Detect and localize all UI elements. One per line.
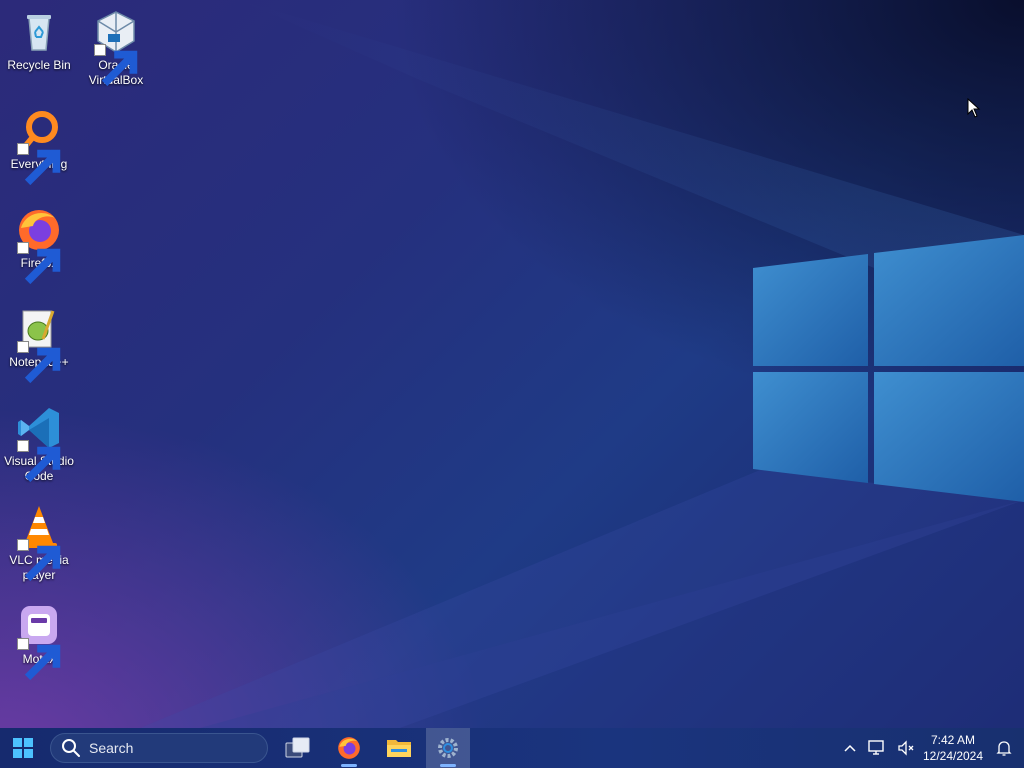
taskbar-search-box[interactable]: Search: [50, 733, 268, 763]
windows-start-icon: [13, 738, 33, 758]
wallpaper: [140, 0, 1024, 728]
search-placeholder: Search: [89, 740, 134, 756]
everything-search-icon: [15, 107, 63, 186]
firefox-icon: [15, 206, 63, 285]
network-icon[interactable]: [866, 738, 886, 758]
desktop-icon-recycle-bin[interactable]: Recycle Bin: [2, 8, 76, 73]
windows-logo-icon: [753, 235, 1024, 502]
running-indicator: [440, 764, 456, 767]
vscode-icon: [15, 404, 63, 483]
notification-bell-icon[interactable]: [994, 738, 1014, 758]
desktop-icon-vlc-media-player[interactable]: VLC media player: [2, 503, 76, 583]
mouse-cursor-icon: [967, 98, 981, 118]
volume-muted-icon[interactable]: [896, 738, 916, 758]
taskbar: Search 7:42 AM 12/24/2024: [0, 728, 1024, 768]
search-icon: [62, 739, 80, 757]
motrix-icon: [15, 602, 63, 681]
taskbar-task-view[interactable]: [276, 728, 320, 768]
desktop-icon-notepad-plus-plus[interactable]: Notepad++: [2, 305, 76, 384]
clock-date: 12/24/2024: [922, 749, 984, 763]
desktop-icon-firefox[interactable]: Firefox: [2, 206, 76, 285]
shortcut-arrow-icon: [17, 638, 61, 681]
file-explorer-icon: [387, 740, 411, 757]
taskbar-clock[interactable]: 7:42 AM 12/24/2024: [918, 732, 988, 764]
virtualbox-icon: [92, 8, 140, 87]
chevron-up-icon[interactable]: [840, 738, 860, 758]
desktop-icon-oracle-virtualbox[interactable]: Oracle VirtualBox: [79, 8, 153, 88]
desktop-icon-motrix[interactable]: Motrix: [2, 602, 76, 681]
desktop-icon-visual-studio-code[interactable]: Visual Studio Code: [2, 404, 76, 484]
notepad-plus-plus-icon: [15, 305, 63, 384]
recycle-bin-icon: [15, 8, 63, 56]
clock-time: 7:42 AM: [930, 733, 976, 747]
task-view-icon: [285, 737, 310, 758]
start-button[interactable]: [6, 732, 40, 764]
running-indicator: [341, 764, 357, 767]
taskbar-settings[interactable]: [426, 728, 470, 768]
taskbar-file-explorer[interactable]: [377, 728, 421, 768]
shortcut-arrow-icon: [94, 44, 138, 87]
shortcut-arrow-icon: [17, 440, 61, 483]
shortcut-arrow-icon: [17, 341, 61, 384]
shortcut-arrow-icon: [17, 539, 61, 582]
firefox-icon: [338, 737, 360, 759]
shortcut-arrow-icon: [17, 242, 61, 285]
desktop[interactable]: Recycle Bin Oracle VirtualBox Everything: [0, 0, 1024, 728]
desktop-icon-label: Recycle Bin: [7, 58, 71, 72]
taskbar-firefox[interactable]: [327, 728, 371, 768]
desktop-icon-everything[interactable]: Everything: [2, 107, 76, 186]
vlc-icon: [15, 503, 63, 582]
shortcut-arrow-icon: [17, 143, 61, 186]
settings-gear-icon: [438, 738, 458, 758]
